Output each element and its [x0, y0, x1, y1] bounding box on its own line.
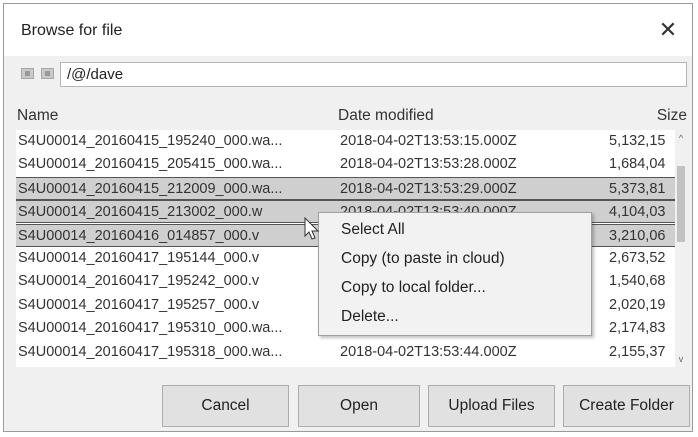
file-size: 2,020,19 — [609, 296, 666, 313]
file-name: S4U00014_20160415_213002_000.w — [18, 204, 263, 221]
file-size: 5,132,15 — [609, 133, 666, 149]
file-row[interactable]: S4U00014_20160415_205415_000.wa... 2018-0… — [16, 153, 675, 176]
browse-for-file-dialog: Browse for file ✕ Name Date modified Siz… — [3, 3, 693, 432]
open-button[interactable]: Open — [298, 385, 420, 427]
context-menu-item[interactable]: Select All — [341, 221, 405, 239]
file-date-modified: 2018-04-02T13:53:28.000Z — [340, 156, 517, 173]
create-folder-button[interactable]: Create Folder — [563, 385, 690, 427]
file-name: S4U00014_20160415_205415_000.wa... — [18, 156, 283, 173]
upload-files-button[interactable]: Upload Files — [428, 385, 555, 427]
file-name: S4U00014_20160417_195257_000.v — [18, 296, 260, 313]
scroll-up-icon[interactable]: ^ — [675, 130, 687, 146]
file-name: S4U00014_20160417_195310_000.wa... — [18, 320, 283, 337]
file-date-modified: 2018-04-02T13:53:29.000Z — [340, 180, 517, 197]
file-size: 4,104,03 — [609, 204, 666, 221]
column-header-date-modified[interactable]: Date modified — [338, 107, 434, 125]
path-input[interactable] — [60, 62, 687, 87]
context-menu: Select All Copy (to paste in cloud) Copy t… — [318, 212, 592, 336]
file-name: S4U00014_20160416_014857_000.v — [18, 227, 260, 244]
file-row[interactable]: S4U00014_20160415_212009_000.wa... 2018-0… — [16, 176, 675, 200]
nav-forward-icon[interactable] — [41, 68, 54, 79]
file-name: S4U00014_20160415_195240_000.wa... — [18, 133, 283, 149]
path-bar — [4, 56, 692, 94]
file-name: S4U00014_20160417_195144_000.v — [18, 250, 260, 266]
file-size: 2,174,83 — [609, 320, 666, 337]
file-size: 3,210,06 — [609, 227, 666, 244]
context-menu-item[interactable]: Copy to local folder... — [341, 279, 486, 297]
cancel-button[interactable]: Cancel — [162, 385, 289, 427]
context-menu-item[interactable]: Copy (to paste in cloud) — [341, 250, 505, 268]
file-size: 2,673,52 — [609, 250, 666, 266]
column-header-size[interactable]: Size — [657, 107, 687, 125]
file-date-modified: 2018-04-02T13:53:15.000Z — [340, 133, 517, 149]
mouse-pointer-icon — [304, 217, 320, 240]
file-size: 1,540,68 — [609, 273, 666, 290]
column-headers: Name Date modified Size — [4, 102, 692, 126]
file-size: 1,684,04 — [609, 156, 666, 173]
file-row[interactable]: S4U00014_20160417_195318_000.wa... 2018-0… — [16, 341, 675, 364]
context-menu-item[interactable]: Delete... — [341, 308, 399, 326]
close-icon: ✕ — [658, 17, 678, 42]
scroll-down-icon[interactable]: v — [675, 351, 687, 367]
scroll-thumb[interactable] — [677, 166, 685, 242]
nav-back-icon[interactable] — [21, 68, 34, 79]
dialog-title: Browse for file — [21, 22, 123, 39]
dialog-footer: Cancel Open Upload Files Create Folder — [4, 379, 692, 431]
file-size: 5,373,81 — [609, 180, 666, 197]
file-size: 2,155,37 — [609, 343, 666, 360]
title-bar: Browse for file ✕ — [4, 4, 692, 56]
file-name: S4U00014_20160415_212009_000.wa... — [18, 180, 283, 197]
column-header-name[interactable]: Name — [17, 107, 58, 125]
file-list-scrollbar[interactable]: ^ v — [675, 130, 687, 367]
close-button[interactable]: ✕ — [652, 14, 684, 46]
file-date-modified: 2018-04-02T13:53:44.000Z — [340, 343, 517, 360]
file-name: S4U00014_20160417_195242_000.v — [18, 273, 260, 290]
file-name: S4U00014_20160417_195318_000.wa... — [18, 343, 283, 360]
file-row[interactable]: S4U00014_20160415_195240_000.wa... 2018-0… — [16, 130, 675, 153]
